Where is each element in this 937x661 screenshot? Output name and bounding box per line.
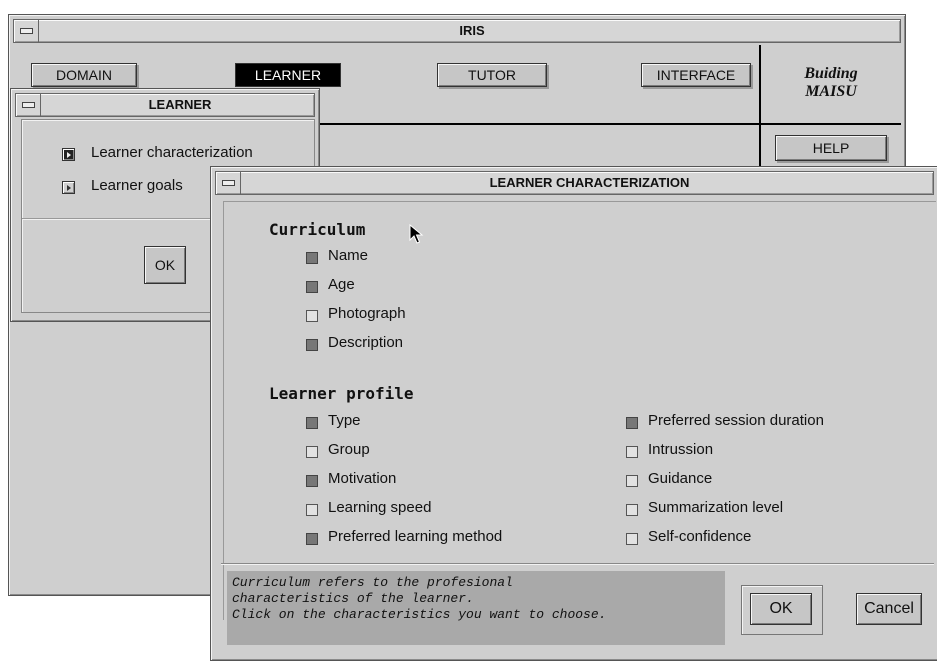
learner-goals-item[interactable]: Learner goals (91, 177, 183, 194)
characterization-window: LEARNER CHARACTERIZATION Curriculum Name… (210, 166, 937, 661)
mouse-pointer-icon (409, 224, 424, 244)
profile-learning-speed-checkbox[interactable] (306, 504, 318, 516)
learner-goals-icon[interactable] (62, 181, 75, 194)
curriculum-photograph-checkbox[interactable] (306, 310, 318, 322)
info-box: Curriculum refers to the profesional cha… (227, 571, 725, 645)
profile-self-confidence-checkbox[interactable] (626, 533, 638, 545)
learner-profile-heading: Learner profile (269, 384, 414, 403)
iris-titlebar[interactable]: IRIS (13, 19, 901, 43)
brand-line-1: Buiding (804, 65, 858, 82)
profile-group-label[interactable]: Group (328, 441, 370, 458)
curriculum-name-checkbox[interactable] (306, 252, 318, 264)
curriculum-name-label[interactable]: Name (328, 247, 368, 264)
profile-guidance-label[interactable]: Guidance (648, 470, 712, 487)
info-line-1: Curriculum refers to the profesional (232, 575, 513, 590)
curriculum-description-label[interactable]: Description (328, 334, 403, 351)
characterization-title: LEARNER CHARACTERIZATION (489, 175, 690, 190)
profile-motivation-checkbox[interactable] (306, 475, 318, 487)
profile-group-checkbox[interactable] (306, 446, 318, 458)
window-menu-icon (22, 102, 35, 108)
profile-motivation-label[interactable]: Motivation (328, 470, 396, 487)
learner-characterization-icon[interactable] (62, 148, 75, 161)
characterization-cancel-button[interactable]: Cancel (856, 593, 922, 625)
profile-summarization-checkbox[interactable] (626, 504, 638, 516)
curriculum-age-checkbox[interactable] (306, 281, 318, 293)
profile-intrussion-checkbox[interactable] (626, 446, 638, 458)
learner-menu-button[interactable] (16, 94, 41, 116)
profile-learning-method-checkbox[interactable] (306, 533, 318, 545)
tab-learner[interactable]: LEARNER (235, 63, 341, 87)
tab-interface[interactable]: INTERFACE (641, 63, 751, 87)
tab-tutor[interactable]: TUTOR (437, 63, 547, 87)
brand-label: Buiding MAISU (765, 65, 897, 101)
learner-ok-button[interactable]: OK (144, 246, 186, 284)
tab-domain[interactable]: DOMAIN (31, 63, 137, 87)
characterization-panel: Curriculum Name Age Photograph Descripti… (223, 201, 936, 620)
info-line-3: Click on the characteristics you want to… (232, 607, 607, 622)
profile-learning-method-label[interactable]: Preferred learning method (328, 528, 502, 545)
learner-title: LEARNER (148, 97, 212, 112)
profile-summarization-label[interactable]: Summarization level (648, 499, 783, 516)
window-menu-icon (222, 180, 235, 186)
header-divider (309, 123, 901, 125)
profile-session-duration-label[interactable]: Preferred session duration (648, 412, 824, 429)
curriculum-photograph-label[interactable]: Photograph (328, 305, 406, 322)
window-menu-icon (20, 28, 33, 34)
profile-self-confidence-label[interactable]: Self-confidence (648, 528, 751, 545)
profile-intrussion-label[interactable]: Intrussion (648, 441, 713, 458)
profile-guidance-checkbox[interactable] (626, 475, 638, 487)
curriculum-heading: Curriculum (269, 220, 366, 239)
characterization-menu-button[interactable] (216, 172, 241, 194)
curriculum-description-checkbox[interactable] (306, 339, 318, 351)
iris-title: IRIS (459, 23, 485, 38)
profile-session-duration-checkbox[interactable] (626, 417, 638, 429)
profile-type-label[interactable]: Type (328, 412, 361, 429)
brand-line-2: MAISU (805, 83, 857, 100)
characterization-titlebar[interactable]: LEARNER CHARACTERIZATION (215, 171, 934, 195)
curriculum-age-label[interactable]: Age (328, 276, 355, 293)
learner-titlebar[interactable]: LEARNER (15, 93, 315, 117)
footer-separator (221, 563, 934, 564)
info-line-2: characteristics of the learner. (232, 591, 474, 606)
help-button[interactable]: HELP (775, 135, 887, 161)
characterization-ok-button[interactable]: OK (750, 593, 812, 625)
profile-learning-speed-label[interactable]: Learning speed (328, 499, 431, 516)
learner-characterization-item[interactable]: Learner characterization (91, 144, 253, 161)
window-menu-button[interactable] (14, 20, 39, 42)
profile-type-checkbox[interactable] (306, 417, 318, 429)
